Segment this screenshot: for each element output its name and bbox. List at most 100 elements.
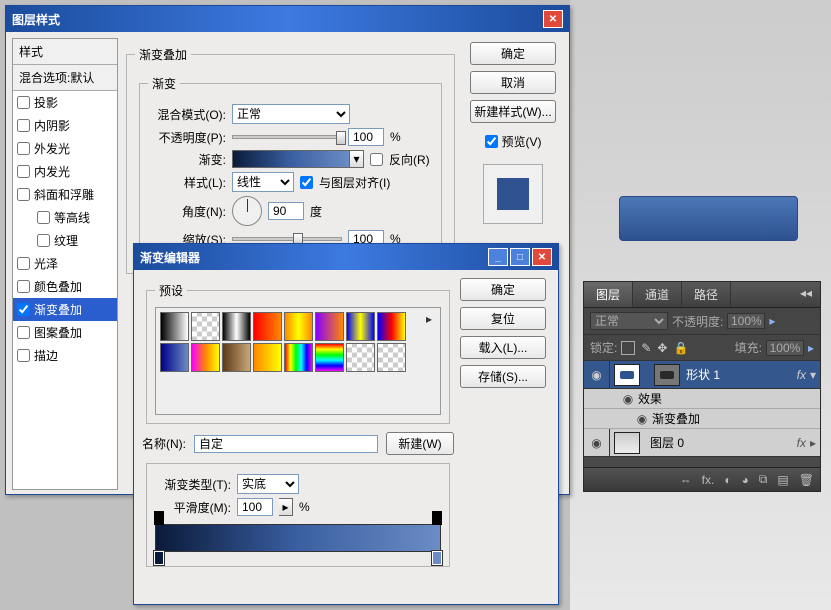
- close-button[interactable]: ✕: [543, 10, 563, 28]
- smooth-input[interactable]: [237, 498, 273, 516]
- preset-swatch[interactable]: [284, 343, 313, 372]
- lock-trans-icon[interactable]: [621, 341, 635, 355]
- preset-swatch[interactable]: [315, 343, 344, 372]
- minimize-button[interactable]: _: [488, 248, 508, 266]
- preset-swatch[interactable]: [346, 343, 375, 372]
- reset-button[interactable]: 复位: [460, 307, 546, 330]
- tab-paths[interactable]: 路径: [682, 282, 731, 307]
- preset-swatch[interactable]: [377, 343, 406, 372]
- style-item-contour[interactable]: 等高线: [13, 206, 117, 229]
- layer-effects-row[interactable]: ◉ 效果: [584, 389, 820, 409]
- angle-dial[interactable]: [232, 196, 262, 226]
- fx-badge[interactable]: fx: [797, 436, 806, 450]
- name-input[interactable]: [194, 435, 378, 453]
- preset-swatch[interactable]: [284, 312, 313, 341]
- style-check[interactable]: [17, 280, 30, 293]
- layer-mask-icon[interactable]: ◐: [724, 473, 731, 487]
- new-button[interactable]: 新建(W): [386, 432, 454, 455]
- style-check[interactable]: [17, 165, 30, 178]
- ok-button[interactable]: 确定: [460, 278, 546, 301]
- preset-swatch[interactable]: [315, 312, 344, 341]
- angle-input[interactable]: [268, 202, 304, 220]
- layer-row-shape1[interactable]: ◉ 形状 1 fx ▾: [584, 361, 820, 389]
- style-check[interactable]: [17, 188, 30, 201]
- close-button[interactable]: ✕: [532, 248, 552, 266]
- preview-checkbox[interactable]: [485, 135, 498, 148]
- lock-all-icon[interactable]: 🔒: [673, 341, 688, 355]
- color-stop-right[interactable]: [432, 551, 442, 565]
- style-item-texture[interactable]: 纹理: [13, 229, 117, 252]
- style-check[interactable]: [17, 303, 30, 316]
- ok-button[interactable]: 确定: [470, 42, 556, 65]
- tab-channels[interactable]: 通道: [633, 282, 682, 307]
- new-layer-icon[interactable]: ▤: [777, 473, 788, 487]
- style-item-innerglow[interactable]: 内发光: [13, 160, 117, 183]
- link-layers-icon[interactable]: ⇔: [680, 473, 692, 487]
- vector-mask-thumb[interactable]: [654, 364, 680, 386]
- color-stop-left[interactable]: [154, 551, 164, 565]
- style-item-coloroverlay[interactable]: 颜色叠加: [13, 275, 117, 298]
- preset-swatch[interactable]: [253, 343, 282, 372]
- lock-move-icon[interactable]: ✥: [657, 341, 667, 355]
- style-check[interactable]: [17, 257, 30, 270]
- fx-badge[interactable]: fx: [797, 368, 806, 382]
- blend-options-header[interactable]: 混合选项:默认: [13, 65, 117, 91]
- adjustment-icon[interactable]: ◕: [742, 473, 749, 487]
- layer-effect-gradient[interactable]: ◉ 渐变叠加: [584, 409, 820, 429]
- style-item-satin[interactable]: 光泽: [13, 252, 117, 275]
- preset-swatch[interactable]: [346, 312, 375, 341]
- fx-expand-icon[interactable]: ▾: [810, 368, 816, 382]
- tab-layers[interactable]: 图层: [584, 282, 633, 307]
- maximize-button[interactable]: □: [510, 248, 530, 266]
- style-select[interactable]: 线性: [232, 172, 294, 192]
- style-item-innershadow[interactable]: 内阴影: [13, 114, 117, 137]
- preset-menu-icon[interactable]: ▸: [422, 312, 436, 372]
- style-item-dropshadow[interactable]: 投影: [13, 91, 117, 114]
- scale-slider[interactable]: [232, 237, 342, 241]
- align-checkbox[interactable]: [300, 176, 313, 189]
- fill-value[interactable]: 100%: [766, 340, 804, 356]
- fx-expand-icon[interactable]: ▸: [810, 436, 816, 450]
- layer-row-bg[interactable]: ◉ 图层 0 fx ▸: [584, 429, 820, 457]
- gradient-swatch[interactable]: [232, 150, 350, 168]
- preset-swatch[interactable]: [160, 343, 189, 372]
- gradient-dropdown-icon[interactable]: ▾: [350, 150, 364, 168]
- save-button[interactable]: 存储(S)...: [460, 365, 546, 388]
- load-button[interactable]: 载入(L)...: [460, 336, 546, 359]
- layer-fx-icon[interactable]: fx.: [702, 473, 715, 487]
- cancel-button[interactable]: 取消: [470, 71, 556, 94]
- blend-mode-select[interactable]: 正常: [590, 312, 668, 330]
- fill-arrow-icon[interactable]: ▸: [808, 341, 814, 355]
- opacity-slider[interactable]: [232, 135, 342, 139]
- layer-name[interactable]: 图层 0: [650, 434, 797, 451]
- preset-swatch[interactable]: [253, 312, 282, 341]
- layer-name[interactable]: 形状 1: [686, 366, 797, 383]
- style-check[interactable]: [17, 326, 30, 339]
- titlebar[interactable]: 渐变编辑器 _ □ ✕: [134, 244, 558, 270]
- opacity-stop-right[interactable]: [432, 511, 442, 525]
- lock-brush-icon[interactable]: ✎: [641, 341, 651, 355]
- visibility-icon[interactable]: ◉: [584, 429, 610, 456]
- opacity-value[interactable]: 100%: [727, 313, 765, 329]
- visibility-icon[interactable]: ◉: [618, 389, 638, 408]
- gradtype-select[interactable]: 实底: [237, 474, 299, 494]
- visibility-icon[interactable]: ◉: [584, 361, 610, 388]
- preset-swatch[interactable]: [377, 312, 406, 341]
- style-item-stroke[interactable]: 描边: [13, 344, 117, 367]
- reverse-checkbox[interactable]: [370, 153, 383, 166]
- style-item-outerglow[interactable]: 外发光: [13, 137, 117, 160]
- visibility-icon[interactable]: ◉: [632, 409, 652, 428]
- style-check[interactable]: [17, 119, 30, 132]
- titlebar[interactable]: 图层样式 ✕: [6, 6, 569, 32]
- preset-swatch[interactable]: [222, 343, 251, 372]
- delete-layer-icon[interactable]: 🗑: [799, 473, 814, 487]
- style-check[interactable]: [17, 142, 30, 155]
- preset-swatch[interactable]: [191, 312, 220, 341]
- style-item-bevel[interactable]: 斜面和浮雕: [13, 183, 117, 206]
- preset-swatch[interactable]: [191, 343, 220, 372]
- style-item-gradientoverlay[interactable]: 渐变叠加: [13, 298, 117, 321]
- style-check[interactable]: [17, 349, 30, 362]
- panel-menu-icon[interactable]: ◂◂: [792, 282, 820, 307]
- style-check[interactable]: [17, 96, 30, 109]
- smooth-dropdown-icon[interactable]: ▸: [279, 498, 293, 516]
